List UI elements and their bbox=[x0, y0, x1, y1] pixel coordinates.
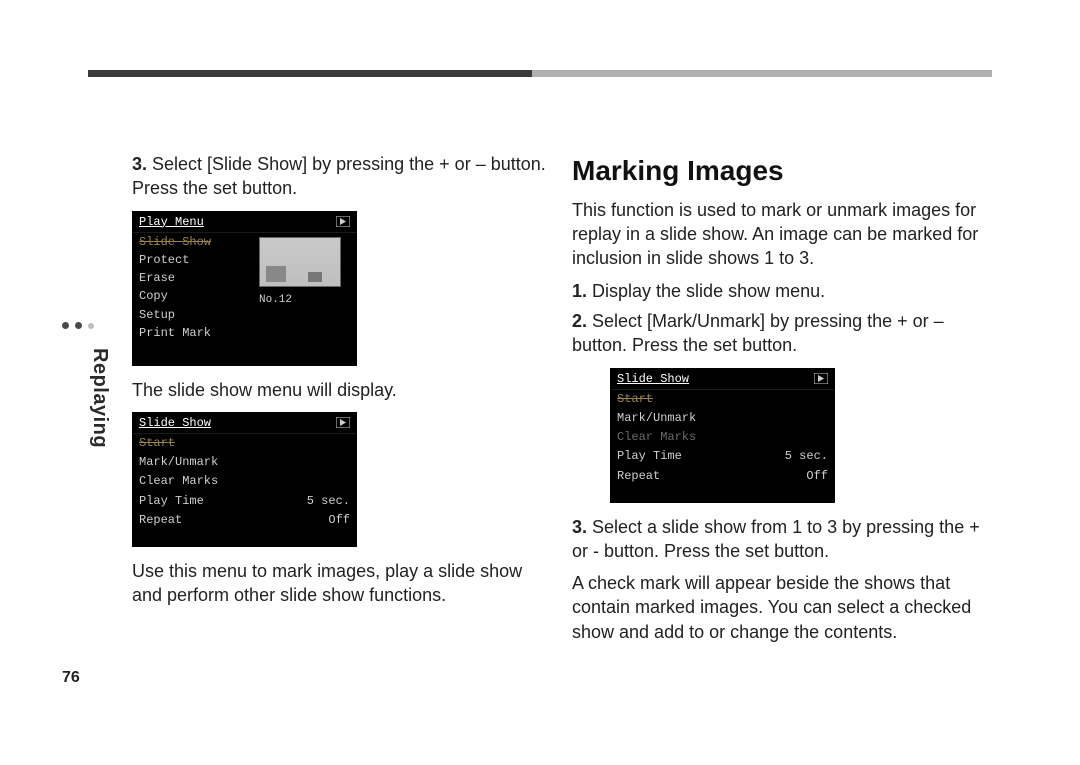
lcd-slide-show-menu-2: Slide Show Start Mark/Unmark Clear Marks… bbox=[610, 368, 835, 503]
lcd-setting-key: Repeat bbox=[617, 468, 660, 484]
lcd-title: Play Menu bbox=[139, 214, 204, 230]
lcd-title: Slide Show bbox=[617, 371, 689, 387]
image-number: No.12 bbox=[259, 293, 350, 308]
dot-icon bbox=[88, 323, 94, 329]
step-3-right: 3. Select a slide show from 1 to 3 by pr… bbox=[572, 515, 992, 564]
lcd-title: Slide Show bbox=[139, 415, 211, 431]
step-1: 1. Display the slide show menu. bbox=[572, 279, 992, 303]
step-number: 3. bbox=[572, 517, 587, 537]
header-bar-dark bbox=[88, 70, 532, 77]
lcd-menu-list: Slide Show Protect Erase Copy Setup Prin… bbox=[133, 233, 253, 342]
lcd-setting-value: Off bbox=[806, 468, 828, 484]
step-2: 2. Select [Mark/Unmark] by pressing the … bbox=[572, 309, 992, 358]
body-text: A check mark will appear beside the show… bbox=[572, 571, 992, 644]
lcd-menu-item: Slide Show bbox=[133, 233, 253, 251]
step-3-left: 3. Select [Slide Show] by pressing the +… bbox=[132, 152, 552, 201]
body-text: Use this menu to mark images, play a sli… bbox=[132, 559, 552, 608]
left-column: 3. Select [Slide Show] by pressing the +… bbox=[132, 152, 552, 615]
lcd-menu-item: Print Mark bbox=[133, 324, 253, 342]
dot-icon bbox=[62, 322, 69, 329]
step-number: 1. bbox=[572, 281, 587, 301]
lcd-menu-item: Erase bbox=[133, 269, 253, 287]
lcd-slide-show-menu: Slide Show Start Mark/Unmark Clear Marks… bbox=[132, 412, 357, 547]
manual-page: Replaying 76 3. Select [Slide Show] by p… bbox=[0, 0, 1080, 765]
thumbnail-icon bbox=[259, 237, 341, 287]
lcd-menu-item: Clear Marks bbox=[617, 429, 696, 445]
step-text: Select [Slide Show] by pressing the + or… bbox=[132, 154, 546, 198]
lcd-menu-item: Clear Marks bbox=[139, 473, 218, 489]
lcd-menu-item: Protect bbox=[133, 251, 253, 269]
lcd-setting-value: 5 sec. bbox=[785, 448, 828, 464]
lcd-preview-pane: No.12 bbox=[253, 233, 356, 342]
lcd-setting-key: Play Time bbox=[139, 493, 204, 509]
caption-text: The slide show menu will display. bbox=[132, 378, 552, 402]
step-number: 3. bbox=[132, 154, 147, 174]
lcd-setting-key: Repeat bbox=[139, 512, 182, 528]
step-number: 2. bbox=[572, 311, 587, 331]
play-mode-icon bbox=[336, 216, 350, 227]
section-label: Replaying bbox=[88, 348, 111, 448]
step-text: Select a slide show from 1 to 3 by press… bbox=[572, 517, 980, 561]
dot-icon bbox=[75, 322, 82, 329]
lcd-menu-item: Start bbox=[617, 391, 653, 407]
margin-dots bbox=[62, 322, 94, 329]
lcd-menu-item: Mark/Unmark bbox=[139, 454, 218, 470]
lcd-menu-item: Start bbox=[139, 435, 175, 451]
lcd-setting-key: Play Time bbox=[617, 448, 682, 464]
right-column: Marking Images This function is used to … bbox=[572, 152, 992, 652]
lcd-setting-value: Off bbox=[328, 512, 350, 528]
lcd-play-menu: Play Menu Slide Show Protect Erase Copy … bbox=[132, 211, 357, 366]
lcd-setting-value: 5 sec. bbox=[307, 493, 350, 509]
step-text: Select [Mark/Unmark] by pressing the + o… bbox=[572, 311, 944, 355]
page-number: 76 bbox=[62, 669, 80, 687]
intro-text: This function is used to mark or unmark … bbox=[572, 198, 992, 271]
play-mode-icon bbox=[336, 417, 350, 428]
step-text: Display the slide show menu. bbox=[587, 281, 825, 301]
section-heading: Marking Images bbox=[572, 152, 992, 190]
lcd-menu-item: Setup bbox=[133, 306, 253, 324]
lcd-menu-item: Mark/Unmark bbox=[617, 410, 696, 426]
play-mode-icon bbox=[814, 373, 828, 384]
lcd-menu-item: Copy bbox=[133, 287, 253, 305]
